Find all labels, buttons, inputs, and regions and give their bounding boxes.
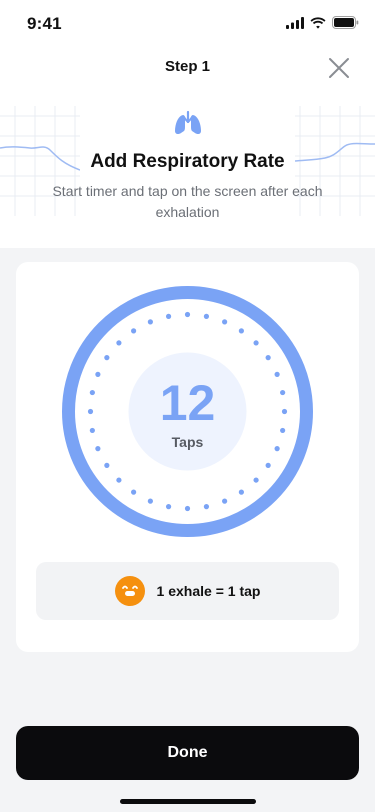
- dial-dot: [203, 504, 210, 510]
- dial-dot: [253, 340, 259, 346]
- lungs-icon: [175, 110, 201, 135]
- dial-dot: [147, 319, 153, 325]
- done-button[interactable]: Done: [16, 726, 359, 780]
- dial-dot: [116, 477, 122, 483]
- dial-dot: [165, 313, 172, 319]
- page-subtitle: Start timer and tap on the screen after …: [52, 183, 323, 220]
- home-indicator: [120, 799, 256, 804]
- dial-dot: [104, 355, 110, 361]
- tap-count: 12: [159, 375, 216, 431]
- page-title: Add Respiratory Rate: [90, 151, 285, 172]
- hint-box: 1 exhale = 1 tap: [36, 562, 339, 620]
- dial-dot: [104, 462, 110, 468]
- dial-dot: [184, 505, 191, 512]
- close-button[interactable]: [325, 54, 353, 82]
- timer-card: 12 Taps 1 exhale = 1 tap: [16, 262, 359, 652]
- dial-dot: [265, 355, 271, 361]
- status-time: 9:41: [27, 14, 62, 33]
- tap-count-label: Taps: [171, 434, 204, 450]
- hint-text: 1 exhale = 1 tap: [156, 583, 261, 599]
- status-icons: [286, 16, 359, 29]
- step-title: Step 1: [164, 58, 210, 75]
- signal-icon: [286, 16, 304, 29]
- tap-timer[interactable]: 12 Taps: [62, 286, 313, 537]
- dial-dot: [238, 489, 244, 495]
- dial-dot: [147, 498, 153, 504]
- wifi-icon: [310, 16, 326, 29]
- battery-icon: [332, 16, 359, 29]
- dial-dot: [131, 328, 137, 334]
- close-icon: [329, 58, 349, 78]
- respiratory-rate-screen: 9:41 Step 1 Add Respiratory Rate Start t…: [0, 0, 375, 812]
- dial-dot: [238, 328, 244, 334]
- dial-dot: [222, 498, 228, 504]
- dial-dot: [131, 489, 137, 495]
- status-bar: 9:41: [0, 0, 375, 46]
- dial-dot: [203, 313, 210, 319]
- dial-dot: [222, 319, 228, 325]
- dial-dot: [165, 504, 172, 510]
- header: Step 1 Add Respiratory Rate Start timer …: [0, 46, 375, 248]
- exhale-face-icon: [114, 576, 145, 606]
- dial-dot: [265, 462, 271, 468]
- dial-dot: [253, 477, 259, 483]
- dial-dot: [116, 340, 122, 346]
- dial-dot: [184, 311, 191, 318]
